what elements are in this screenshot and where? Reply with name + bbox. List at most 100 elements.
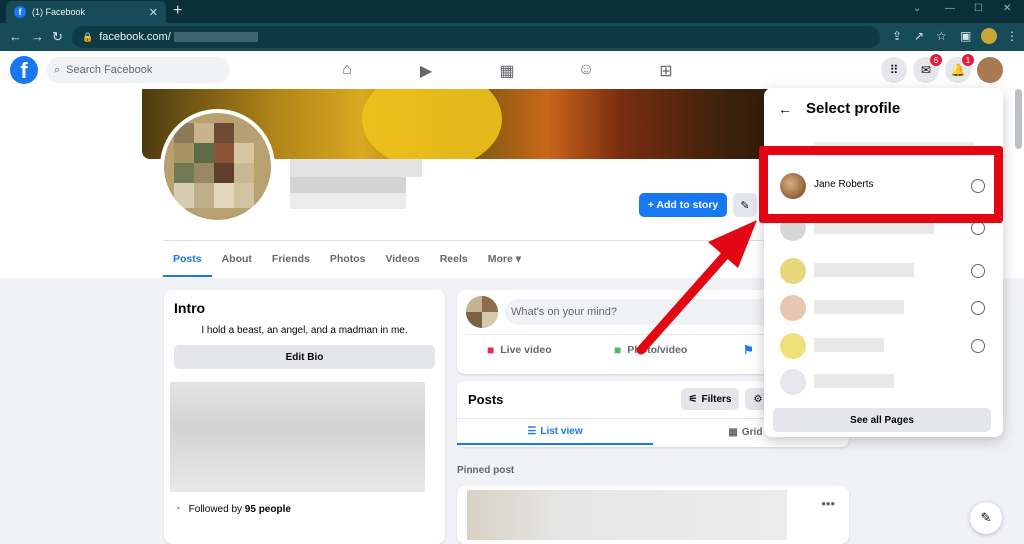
tab-title: (1) Facebook (32, 7, 86, 17)
rss-icon: ◔ (174, 503, 181, 515)
minimize-button[interactable]: — (945, 3, 955, 14)
profile-option-radio[interactable] (971, 301, 985, 315)
profile-option-radio[interactable] (971, 339, 985, 353)
posts-title: Posts (468, 392, 504, 407)
maximize-button[interactable]: ☐ (974, 3, 983, 14)
tab-photos[interactable]: Photos (320, 241, 376, 277)
install-icon[interactable]: ⇪ (892, 29, 902, 43)
search-placeholder: Search Facebook (66, 64, 153, 76)
tab-posts[interactable]: Posts (163, 241, 212, 277)
grid-view-icon: ▦ (728, 426, 738, 438)
profile-option-avatar (780, 295, 806, 321)
tab-more[interactable]: More ▾ (478, 241, 531, 277)
notifications-button[interactable]: 🔔 1 (945, 54, 974, 83)
forward-icon[interactable]: → (31, 29, 44, 44)
page-scrollbar[interactable] (1015, 89, 1022, 149)
pinned-post-card: ••• (457, 486, 849, 544)
profile-option-avatar (780, 369, 806, 395)
followed-by: ◔ Followed by 95 people (174, 503, 291, 515)
pinned-post-label: Pinned post (457, 465, 515, 476)
watch-icon[interactable]: ▶ (416, 61, 436, 81)
profile-option-radio[interactable] (971, 221, 985, 235)
profile-picture[interactable] (160, 109, 275, 224)
list-view-tab[interactable]: ☰ List view (457, 419, 653, 445)
tab-videos[interactable]: Videos (375, 241, 429, 277)
new-tab-button[interactable]: + (173, 2, 182, 20)
home-icon[interactable]: ⌂ (337, 61, 357, 81)
window-close-button[interactable]: ✕ (1003, 3, 1011, 14)
share-icon[interactable]: ↗ (914, 29, 924, 43)
more-options-icon[interactable]: ••• (821, 496, 835, 511)
profile-option-row[interactable] (772, 253, 996, 289)
composer-avatar[interactable] (466, 296, 498, 328)
browser-tabstrip: f (1) Facebook ✕ + ⌄ — ☐ ✕ (0, 0, 1024, 23)
tab-search-icon[interactable]: ⌄ (913, 3, 921, 14)
profile-option-avatar (780, 258, 806, 284)
reload-icon[interactable]: ↻ (52, 29, 63, 45)
filters-label: Filters (701, 393, 732, 405)
tab-friends[interactable]: Friends (262, 241, 320, 277)
chrome-profile-avatar[interactable] (981, 28, 997, 44)
list-view-label: List view (540, 425, 583, 437)
tab-close-icon[interactable]: ✕ (149, 6, 158, 19)
back-arrow-icon[interactable]: ← (778, 101, 792, 117)
search-input[interactable]: ⌕ Search Facebook (46, 57, 230, 83)
dropdown-header: ← Select profile (778, 100, 900, 117)
list-icon: ☰ (527, 425, 537, 437)
pencil-icon: ✎ (740, 199, 750, 212)
intro-card: Intro I hold a beast, an angel, and a ma… (164, 290, 445, 544)
bookmark-star-icon[interactable]: ☆ (936, 29, 947, 43)
url-redacted (173, 32, 258, 42)
marketplace-icon[interactable]: ▦ (497, 61, 517, 81)
whats-on-your-mind-input[interactable]: What's on your mind? (505, 299, 805, 325)
filters-icon: ⚟ (688, 393, 698, 405)
messenger-button[interactable]: ✉ 6 (913, 54, 942, 83)
dropdown-title: Select profile (806, 100, 901, 117)
profile-tabs: Posts About Friends Photos Videos Reels … (163, 241, 531, 277)
messenger-icon: ✉ (920, 63, 932, 77)
search-icon: ⌕ (54, 63, 61, 76)
photo-video-button[interactable]: ■ Photo/video (614, 343, 687, 357)
tab-reels[interactable]: Reels (430, 241, 478, 277)
profile-option-row[interactable] (772, 364, 996, 400)
profile-option-redacted (814, 263, 914, 277)
followed-count[interactable]: 95 people (245, 504, 291, 515)
groups-icon[interactable]: ☺ (576, 61, 596, 81)
gear-icon: ⚙ (753, 393, 763, 405)
see-all-pages-button[interactable]: See all Pages (773, 408, 991, 432)
facebook-logo-icon[interactable]: f (10, 56, 38, 84)
filters-button[interactable]: ⚟ Filters (681, 388, 739, 410)
profile-option-row[interactable] (772, 290, 996, 326)
side-panel-icon[interactable]: ▣ (960, 29, 971, 43)
profile-option-row[interactable] (772, 328, 996, 364)
add-to-story-button[interactable]: + Add to story (639, 193, 727, 217)
notifications-badge: 1 (962, 54, 974, 66)
address-bar[interactable]: 🔒 facebook.com/ (72, 26, 880, 48)
cover-photo-detail (362, 89, 502, 159)
menu-grid-button[interactable]: ⠿ (881, 57, 907, 83)
tab-about[interactable]: About (212, 241, 262, 277)
edit-bio-button[interactable]: Edit Bio (174, 345, 435, 369)
profile-option-radio[interactable] (971, 264, 985, 278)
url-text: facebook.com/ (99, 31, 171, 43)
chrome-menu-icon[interactable]: ⋮ (1006, 29, 1018, 43)
pinned-post-redacted (467, 490, 787, 540)
new-message-button[interactable]: ✎ (970, 502, 1002, 534)
messenger-badge: 6 (930, 54, 942, 66)
facebook-header: f ⌕ Search Facebook ⌂ ▶ ▦ ☺ ⊞ ⠿ ✉ 6 🔔 1 (0, 51, 1024, 89)
live-video-button[interactable]: ■ Live video (487, 343, 552, 357)
browser-toolbar: ← → ↻ 🔒 facebook.com/ ⇪ ↗ ☆ ▣ ⋮ (0, 23, 1024, 51)
browser-tab[interactable]: f (1) Facebook ✕ (6, 1, 166, 23)
edit-profile-button[interactable]: ✎ (733, 193, 757, 217)
life-event-button[interactable]: ⚑ (743, 343, 760, 357)
account-avatar[interactable] (977, 57, 1003, 83)
back-icon[interactable]: ← (9, 29, 22, 44)
profile-option-redacted (814, 374, 894, 388)
profile-name-redacted (290, 159, 422, 211)
compose-icon: ✎ (980, 510, 992, 525)
profile-option-redacted (814, 300, 904, 314)
flag-icon: ⚑ (743, 343, 754, 357)
gaming-icon[interactable]: ⊞ (656, 61, 676, 81)
grid-icon: ⠿ (889, 63, 899, 77)
intro-title: Intro (174, 300, 206, 316)
